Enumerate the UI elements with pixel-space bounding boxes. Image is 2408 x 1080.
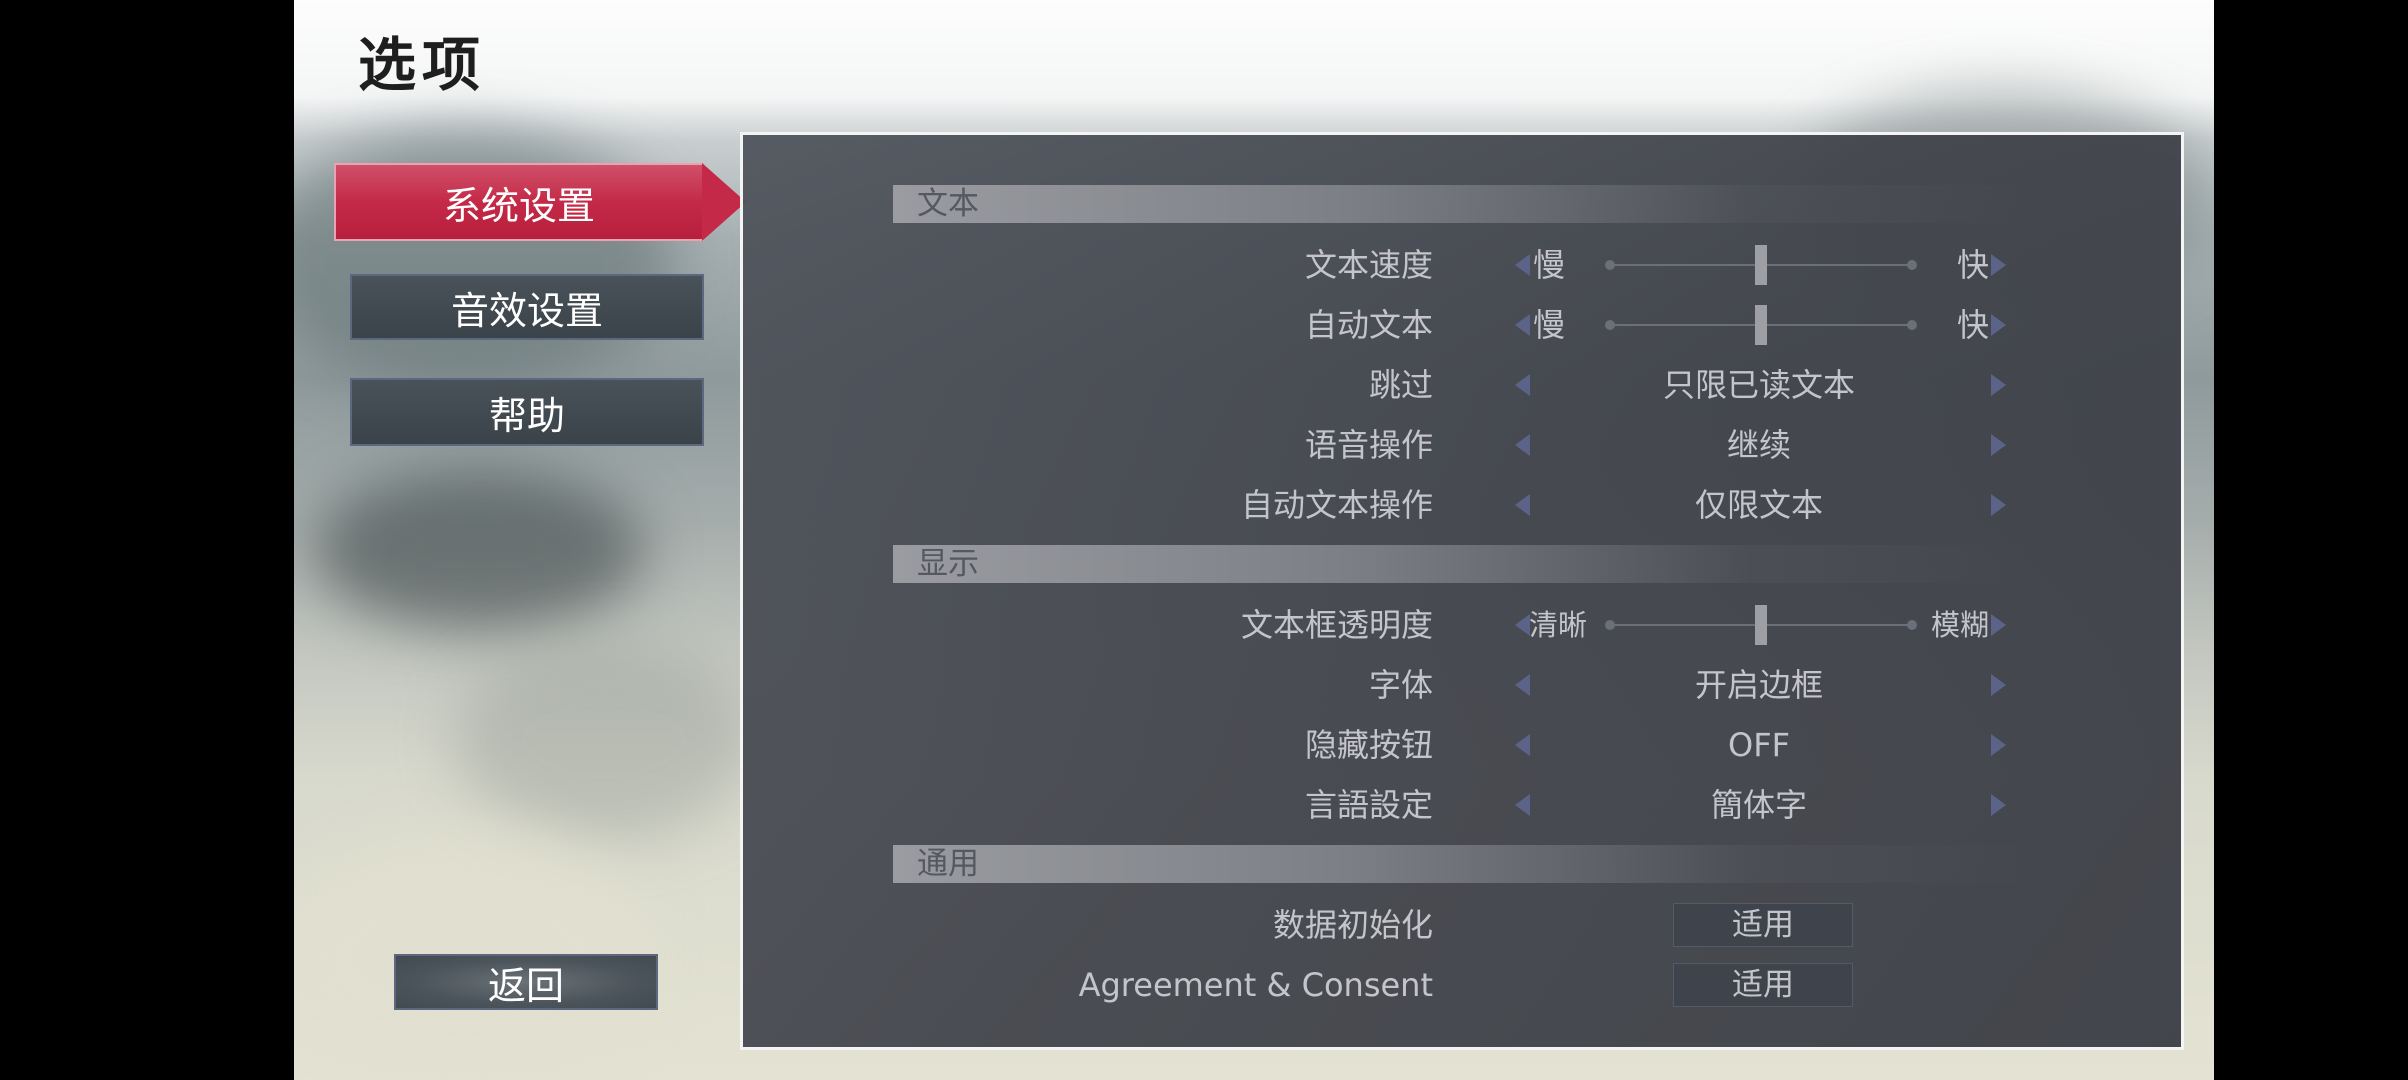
setting-label: 言語設定 [1304, 786, 1433, 824]
triangle-right-icon[interactable] [1991, 494, 2006, 516]
game-screen: 选项 系统设置 音效设置 帮助 返回 文本 文本速度 慢 快 自动文本 慢 快 … [294, 0, 2214, 1080]
menu-item-label: 系统设置 [442, 183, 595, 228]
triangle-left-icon[interactable] [1515, 674, 1530, 696]
triangle-left-icon[interactable] [1515, 494, 1530, 516]
triangle-right-icon[interactable] [1991, 314, 2006, 336]
slider-max-label: 模糊 [1930, 608, 1989, 642]
slider-max-label: 快 [1956, 246, 1989, 284]
triangle-right-icon[interactable] [1991, 674, 2006, 696]
triangle-left-icon[interactable] [1515, 734, 1530, 756]
slider-thumb[interactable] [1755, 245, 1767, 285]
triangle-left-icon[interactable] [1515, 254, 1530, 276]
section-header-text: 文本 [893, 185, 2033, 223]
setting-label: 文本速度 [1304, 246, 1433, 284]
setting-value: 仅限文本 [1694, 486, 1823, 524]
setting-value: 簡体字 [1710, 786, 1807, 824]
setting-value: 只限已读文本 [1662, 366, 1855, 404]
slider-thumb[interactable] [1755, 305, 1767, 345]
setting-value: 开启边框 [1694, 666, 1823, 704]
triangle-right-icon[interactable] [1991, 794, 2006, 816]
menu-system-settings-button[interactable]: 系统设置 [334, 163, 704, 241]
slider-min-label: 慢 [1533, 306, 1566, 344]
triangle-left-icon[interactable] [1515, 314, 1530, 336]
triangle-right-icon[interactable] [1991, 374, 2006, 396]
slider-min-label: 慢 [1533, 246, 1566, 284]
setting-value: 继续 [1726, 426, 1791, 464]
setting-label: 语音操作 [1304, 426, 1433, 464]
slider-thumb[interactable] [1755, 605, 1767, 645]
setting-label: 跳过 [1368, 366, 1433, 404]
setting-label: 自动文本操作 [1240, 486, 1433, 524]
setting-label: 字体 [1368, 666, 1433, 704]
triangle-right-icon[interactable] [1991, 614, 2006, 636]
section-header-display: 显示 [893, 545, 2033, 583]
triangle-right-icon[interactable] [1991, 734, 2006, 756]
setting-value: OFF [1728, 726, 1790, 764]
slider-min-label: 清晰 [1529, 608, 1588, 642]
triangle-left-icon[interactable] [1515, 794, 1530, 816]
slider-max-label: 快 [1956, 306, 1989, 344]
data-init-apply-button[interactable]: 适用 [1673, 903, 1853, 947]
triangle-left-icon[interactable] [1515, 434, 1530, 456]
setting-label: 自动文本 [1304, 306, 1433, 344]
triangle-left-icon[interactable] [1515, 614, 1530, 636]
setting-label: 文本框透明度 [1240, 606, 1433, 644]
page-title: 选项 [358, 31, 487, 99]
section-header-general: 通用 [893, 845, 2033, 883]
triangle-right-icon[interactable] [1991, 254, 2006, 276]
settings-panel: 文本 文本速度 慢 快 自动文本 慢 快 跳过 只限已读文本 语音操作 继续 自… [740, 132, 2184, 1050]
setting-label: Agreement & Consent [1078, 966, 1433, 1004]
setting-label: 数据初始化 [1272, 906, 1433, 944]
triangle-left-icon[interactable] [1515, 374, 1530, 396]
agreement-apply-button[interactable]: 适用 [1673, 963, 1853, 1007]
triangle-right-icon[interactable] [1991, 434, 2006, 456]
setting-label: 隐藏按钮 [1304, 726, 1433, 764]
